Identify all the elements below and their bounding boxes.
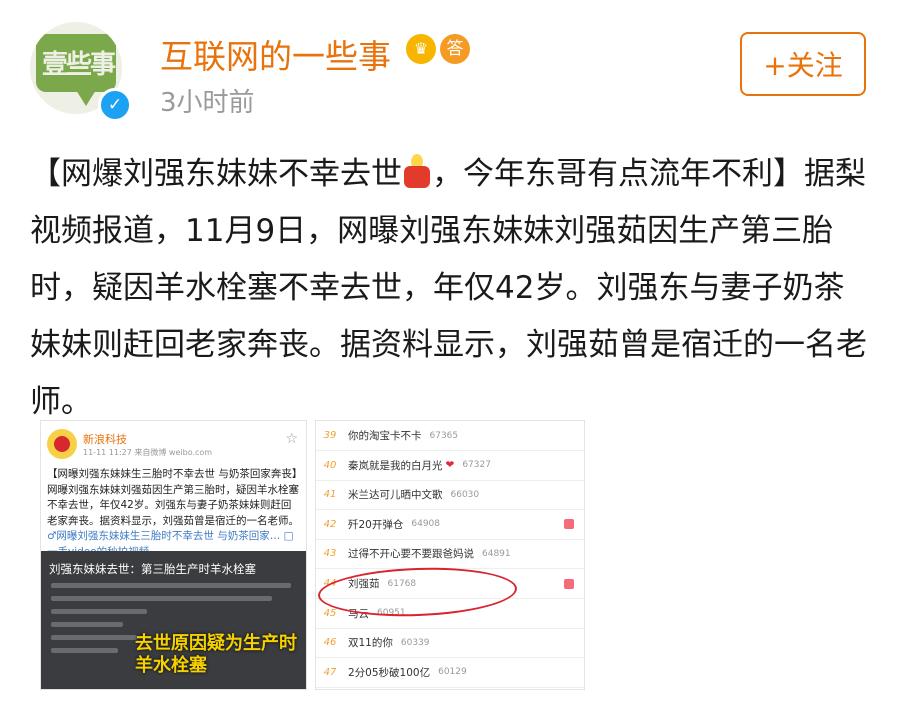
embedded-link: ♂网曝刘强东妹妹生三胎时不幸去世 与奶茶回家… — [47, 530, 281, 542]
trending-list-image[interactable]: 39 你的淘宝卡不卡 67365 40 秦岚就是我的白月光 ❤ 67327 41 米兰达可儿晒中… — [315, 420, 585, 690]
trending-count: 60129 — [438, 667, 467, 678]
sina-tech-avatar — [47, 429, 77, 459]
trending-row[interactable]: 40 秦岚就是我的白月光 ❤ 67327 — [316, 451, 584, 481]
trending-count: 64891 — [482, 548, 511, 559]
trending-count: 60339 — [400, 637, 430, 648]
crown-icon: ♛ — [406, 34, 436, 64]
video-caption: 去世原因疑为生产时羊水栓塞 — [135, 633, 297, 676]
trending-row[interactable]: 42 歼20开弹仓 64908 — [316, 510, 584, 540]
avatar-logo-text: 壹些事 — [42, 50, 116, 80]
trending-row[interactable]: 43 过得不开心要不要跟爸妈说 64891 — [316, 539, 584, 570]
trending-row[interactable]: 46 双11的你 60339 — [316, 628, 584, 659]
hot-badge-icon — [564, 519, 574, 530]
hot-badge-icon — [564, 578, 574, 589]
username[interactable]: 互联网的一些事 — [160, 30, 391, 78]
post-text-part1: 【网爆刘强东妹妹不幸去世 — [30, 156, 402, 192]
trending-rank: 46 — [323, 637, 337, 649]
trending-title: 双11的你 — [348, 637, 393, 650]
trending-title: 秦岚就是我的白月光 — [348, 459, 443, 472]
trending-count: 67365 — [429, 430, 459, 441]
trending-rank: 40 — [323, 459, 337, 471]
embedded-text-block: 【网曝刘强东妹妹生三胎时不幸去世 与奶茶回家奔丧】网曝刘强东妹妹刘强茹因生产第三… — [47, 467, 299, 560]
video-thumbnail: 刘强东妹妹去世：第三胎生产时羊水栓塞 去世原因疑为生产时羊水栓塞 — [41, 551, 306, 689]
follow-button[interactable]: +关注 — [740, 32, 866, 96]
trending-row[interactable]: 47 2分05秒破100亿 60129 — [316, 658, 584, 688]
trending-row[interactable]: 41 米兰达可儿晒中文歌 66030 — [316, 480, 584, 511]
heart-icon: ❤ — [445, 459, 455, 472]
candle-icon — [402, 154, 432, 188]
embedded-meta: 11-11 11:27 来自微博 weibo.com — [83, 448, 213, 457]
embedded-text: 【网曝刘强东妹妹生三胎时不幸去世 与奶茶回家奔丧】网曝刘强东妹妹刘强茹因生产第三… — [47, 468, 299, 527]
trending-rank: 47 — [323, 666, 337, 678]
answer-badge-icon: 答 — [440, 34, 470, 64]
post-text: 【网爆刘强东妹妹不幸去世 ，今年东哥有点流年不利】据梨视频报道，11月9日，网曝刘… — [30, 146, 875, 431]
post-text-part2: ，今年东哥有点流年不利】据梨视频报道，11月9日，网曝刘强东妹妹刘强茹因生产第三… — [30, 156, 867, 420]
video-title: 刘强东妹妹去世：第三胎生产时羊水栓塞 — [49, 562, 256, 576]
trending-title: 歼20开弹仓 — [348, 518, 404, 531]
star-icon: ☆ — [285, 431, 298, 447]
trending-title: 过得不开心要不要跟爸妈说 — [348, 548, 474, 561]
trending-rank: 41 — [323, 489, 337, 501]
trending-rank: 42 — [323, 518, 337, 530]
trending-rank: 43 — [323, 548, 337, 560]
trending-title: 2分05秒破100亿 — [348, 666, 431, 679]
trending-title: 米兰达可儿晒中文歌 — [348, 489, 443, 502]
trending-row[interactable]: 39 你的淘宝卡不卡 67365 — [316, 421, 584, 451]
trending-count: 64908 — [411, 519, 441, 530]
trending-title: 你的淘宝卡不卡 — [348, 430, 422, 442]
embedded-account-name: 新浪科技 — [83, 433, 127, 446]
embedded-weibo-image[interactable]: 新浪科技 11-11 11:27 来自微博 weibo.com ☆ 【网曝刘强东… — [40, 420, 307, 690]
trending-count: 66030 — [450, 489, 480, 500]
post-time: 3小时前 — [160, 88, 255, 118]
verified-icon: ✓ — [98, 88, 132, 122]
trending-count: 67327 — [462, 460, 491, 471]
trending-rank: 39 — [323, 430, 337, 441]
